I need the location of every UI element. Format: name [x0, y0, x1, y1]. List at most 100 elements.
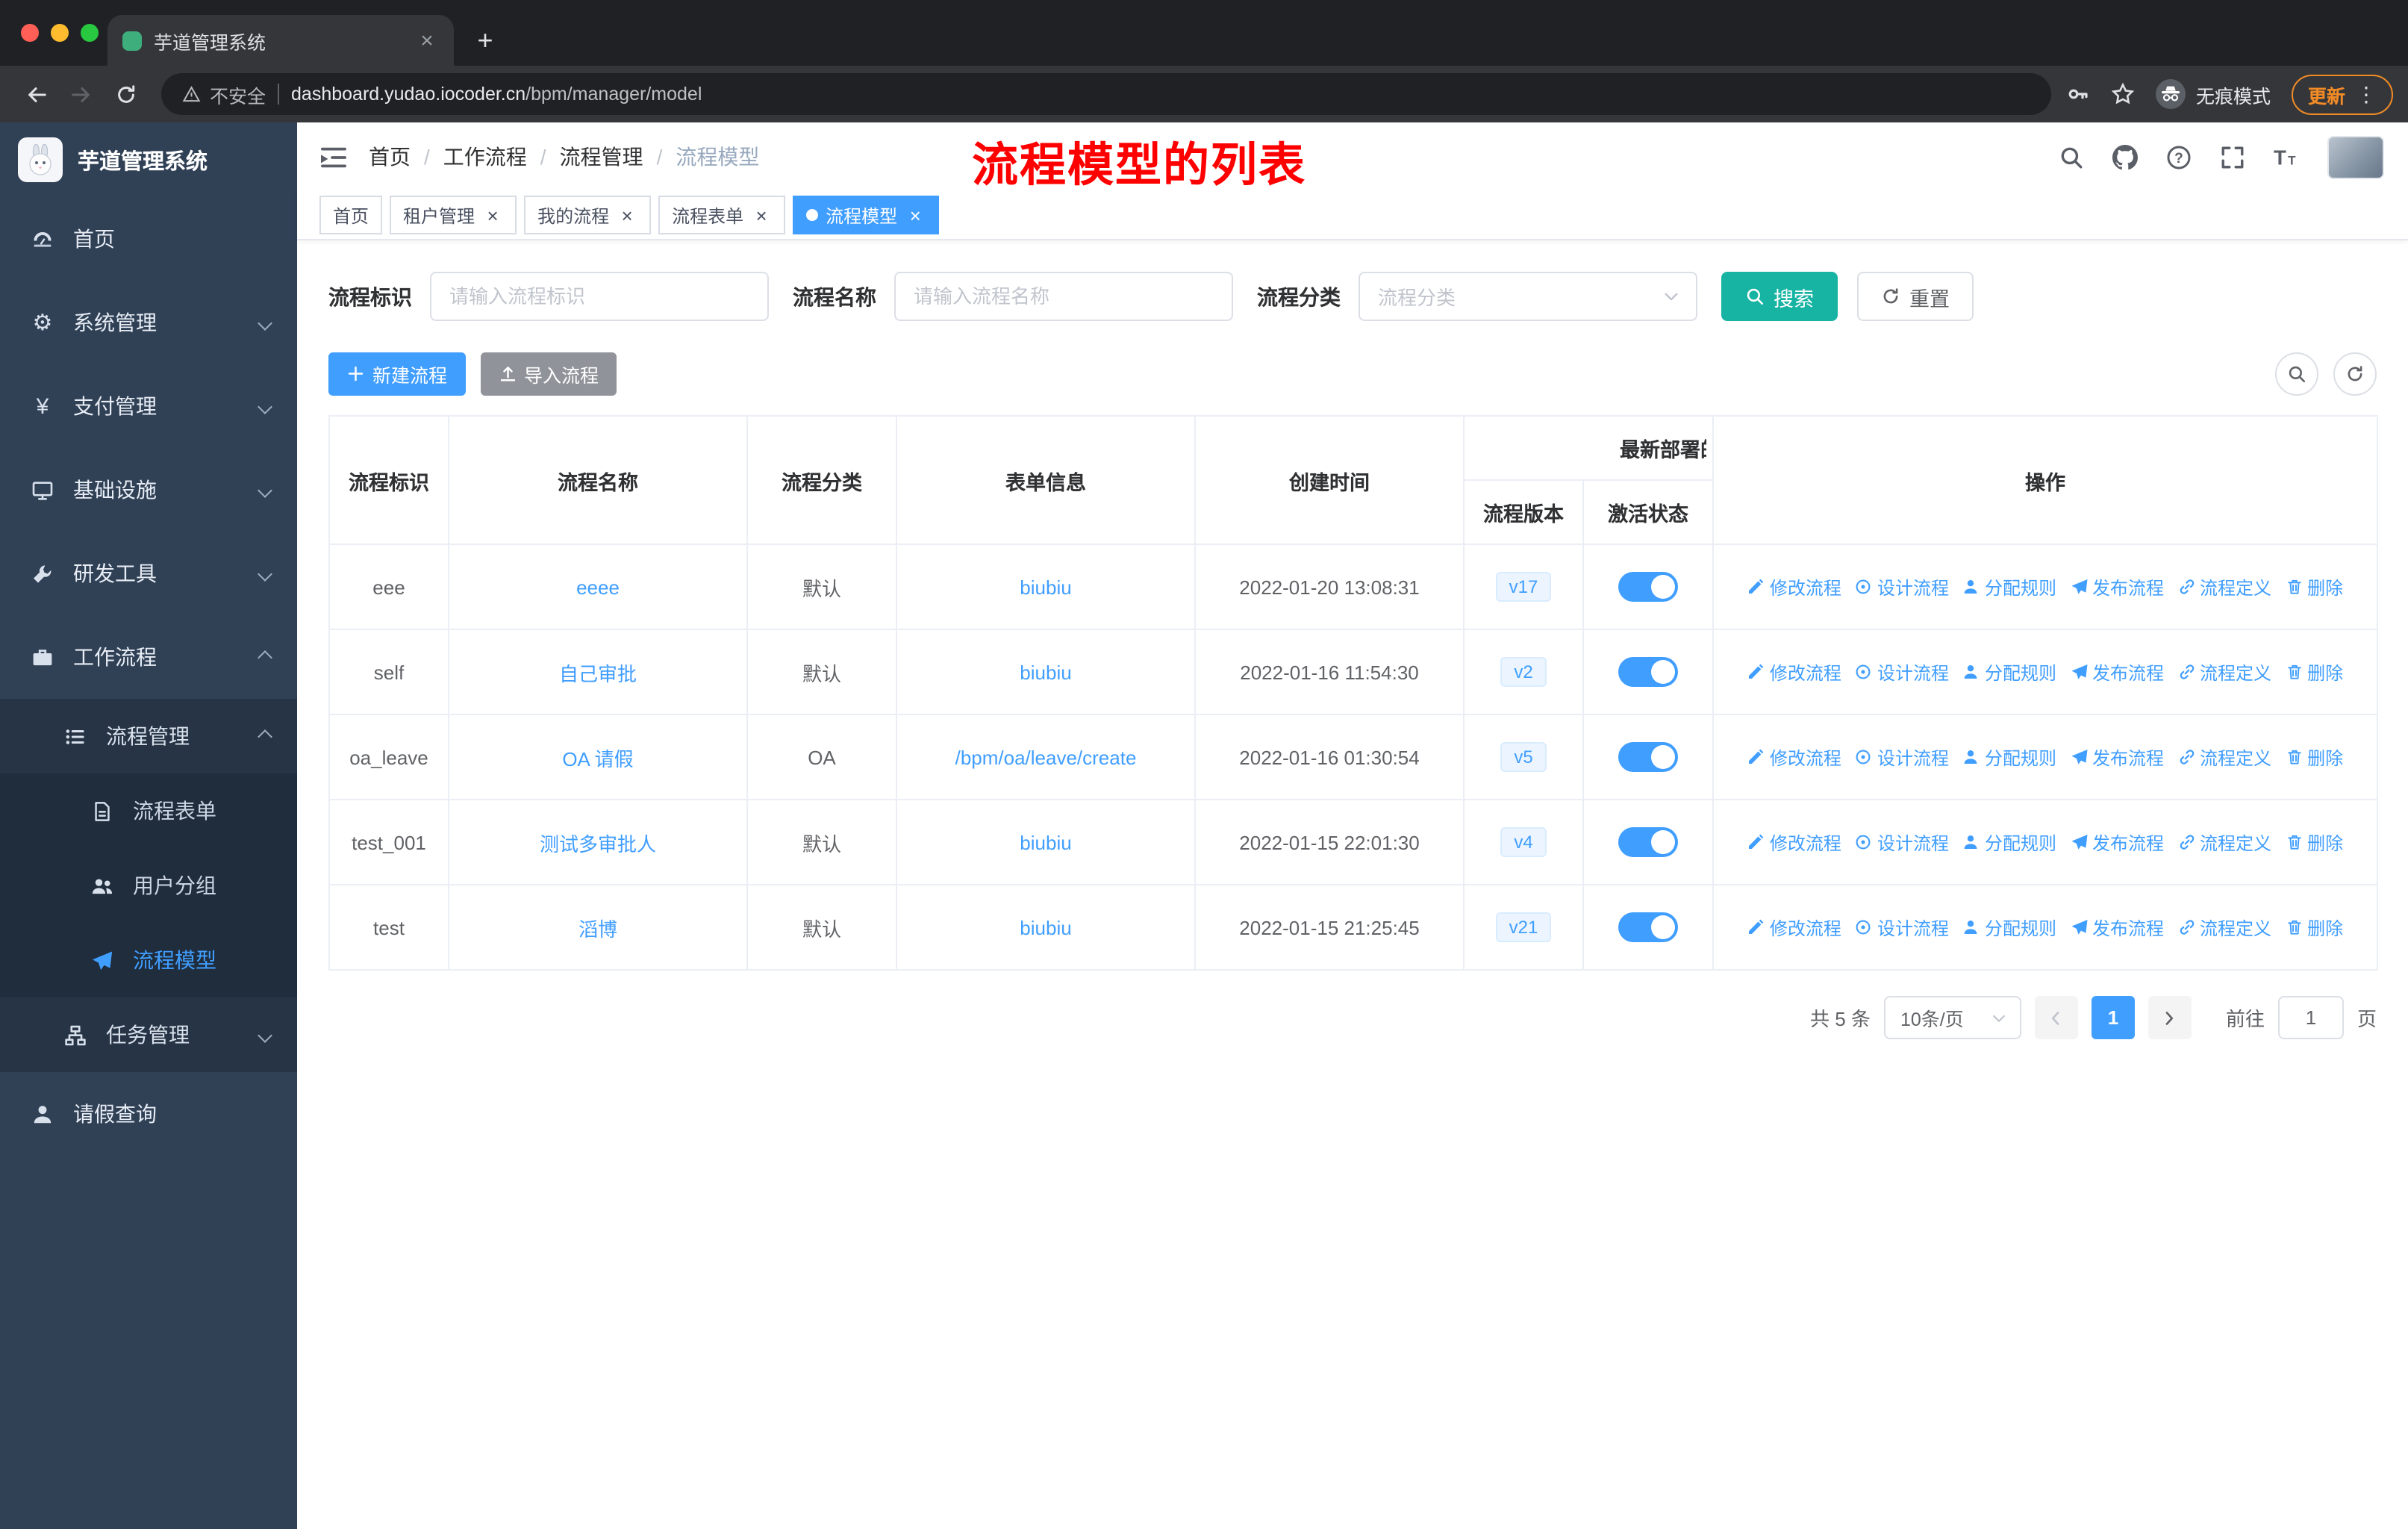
tab-tag-3[interactable]: 流程表单 × — [658, 196, 786, 234]
action-publish-link[interactable]: 发布流程 — [2070, 574, 2164, 600]
action-design-link[interactable]: 设计流程 — [1855, 829, 1949, 855]
bookmark-star-icon[interactable] — [2111, 82, 2135, 106]
form-info-link[interactable]: biubiu — [1020, 576, 1071, 598]
tag-close-icon[interactable]: × — [751, 204, 772, 226]
action-design-link[interactable]: 设计流程 — [1855, 574, 1949, 600]
action-publish-link[interactable]: 发布流程 — [2070, 915, 2164, 940]
import-model-button[interactable]: 导入流程 — [480, 352, 617, 396]
category-select[interactable]: 流程分类 — [1359, 272, 1697, 321]
active-toggle[interactable] — [1618, 827, 1678, 857]
next-page-button[interactable] — [2147, 996, 2192, 1039]
tag-close-icon[interactable]: × — [482, 204, 503, 226]
action-edit-link[interactable]: 修改流程 — [1747, 659, 1841, 685]
toggle-search-button[interactable] — [2275, 352, 2318, 396]
browser-update-button[interactable]: 更新 ⋮ — [2291, 74, 2393, 114]
password-manager-icon[interactable] — [2066, 82, 2090, 106]
action-design-link[interactable]: 设计流程 — [1855, 659, 1949, 685]
form-info-link[interactable]: /bpm/oa/leave/create — [955, 746, 1137, 768]
fullscreen-icon[interactable] — [2220, 144, 2245, 169]
avatar[interactable] — [2327, 135, 2384, 178]
breadcrumb-item[interactable]: 首页 — [369, 142, 411, 172]
page-1-button[interactable]: 1 — [2091, 996, 2135, 1039]
sidebar-item-payment[interactable]: ¥ 支付管理 — [0, 364, 297, 448]
page-size-select[interactable]: 10条/页 — [1883, 996, 2021, 1039]
action-design-link[interactable]: 设计流程 — [1855, 744, 1949, 770]
action-assign-link[interactable]: 分配规则 — [1962, 574, 2056, 600]
tab-tag-1[interactable]: 租户管理 × — [390, 196, 517, 234]
breadcrumb-item[interactable]: 工作流程 — [443, 142, 527, 172]
action-edit-link[interactable]: 修改流程 — [1747, 744, 1841, 770]
create-model-button[interactable]: 新建流程 — [328, 352, 466, 396]
active-toggle[interactable] — [1618, 657, 1678, 687]
action-delete-link[interactable]: 删除 — [2285, 659, 2343, 685]
action-delete-link[interactable]: 删除 — [2285, 574, 2343, 600]
action-edit-link[interactable]: 修改流程 — [1747, 829, 1841, 855]
action-publish-link[interactable]: 发布流程 — [2070, 659, 2164, 685]
sidebar-item-leave-query[interactable]: 请假查询 — [0, 1072, 297, 1156]
maximize-window-button[interactable] — [81, 24, 99, 42]
model-name-link[interactable]: 滔博 — [578, 918, 617, 940]
tab-close-icon[interactable]: × — [415, 28, 439, 53]
font-size-icon[interactable]: TT — [2274, 144, 2299, 169]
sidebar-item-devtools[interactable]: 研发工具 — [0, 532, 297, 615]
tag-close-icon[interactable]: × — [617, 204, 637, 226]
tab-tag-2[interactable]: 我的流程 × — [524, 196, 652, 234]
form-info-link[interactable]: biubiu — [1020, 916, 1071, 938]
model-id-input[interactable] — [430, 272, 769, 321]
search-icon[interactable] — [2059, 144, 2084, 169]
collapse-sidebar-button[interactable] — [321, 144, 346, 169]
sidebar-item-process-management[interactable]: 流程管理 — [0, 699, 297, 773]
sidebar-item-workflow[interactable]: 工作流程 — [0, 615, 297, 699]
sidebar-item-system[interactable]: ⚙ 系统管理 — [0, 281, 297, 364]
action-delete-link[interactable]: 删除 — [2285, 915, 2343, 940]
action-publish-link[interactable]: 发布流程 — [2070, 829, 2164, 855]
reset-button[interactable]: 重置 — [1857, 272, 1974, 321]
sidebar-item-infrastructure[interactable]: 基础设施 — [0, 448, 297, 532]
model-name-link[interactable]: 测试多审批人 — [540, 832, 656, 855]
back-button[interactable] — [15, 73, 57, 115]
action-delete-link[interactable]: 删除 — [2285, 744, 2343, 770]
action-design-link[interactable]: 设计流程 — [1855, 915, 1949, 940]
reload-button[interactable] — [105, 73, 146, 115]
active-toggle[interactable] — [1618, 572, 1678, 602]
browser-menu-icon[interactable]: ⋮ — [2356, 81, 2377, 107]
sidebar-item-process-model[interactable]: 流程模型 — [0, 923, 297, 997]
action-edit-link[interactable]: 修改流程 — [1747, 574, 1841, 600]
sidebar-item-process-form[interactable]: 流程表单 — [0, 773, 297, 848]
form-info-link[interactable]: biubiu — [1020, 831, 1071, 853]
action-definition-link[interactable]: 流程定义 — [2177, 829, 2271, 855]
close-window-button[interactable] — [21, 24, 39, 42]
action-delete-link[interactable]: 删除 — [2285, 829, 2343, 855]
action-definition-link[interactable]: 流程定义 — [2177, 915, 2271, 940]
github-icon[interactable] — [2112, 144, 2138, 169]
action-edit-link[interactable]: 修改流程 — [1747, 915, 1841, 940]
action-definition-link[interactable]: 流程定义 — [2177, 574, 2271, 600]
goto-page-input[interactable] — [2277, 996, 2344, 1039]
action-assign-link[interactable]: 分配规则 — [1962, 659, 2056, 685]
model-name-input[interactable] — [894, 272, 1233, 321]
form-info-link[interactable]: biubiu — [1020, 661, 1071, 683]
action-definition-link[interactable]: 流程定义 — [2177, 744, 2271, 770]
active-toggle[interactable] — [1618, 742, 1678, 772]
model-name-link[interactable]: eeee — [576, 576, 620, 598]
forward-button[interactable] — [60, 73, 102, 115]
active-toggle[interactable] — [1618, 912, 1678, 942]
new-tab-button[interactable]: + — [466, 21, 505, 60]
breadcrumb-item[interactable]: 流程管理 — [560, 142, 643, 172]
search-button[interactable]: 搜索 — [1721, 272, 1838, 321]
sidebar-item-home[interactable]: 首页 — [0, 197, 297, 281]
prev-page-button[interactable] — [2034, 996, 2078, 1039]
action-assign-link[interactable]: 分配规则 — [1962, 915, 2056, 940]
security-status[interactable]: 不安全 — [182, 80, 266, 108]
minimize-window-button[interactable] — [51, 24, 69, 42]
action-assign-link[interactable]: 分配规则 — [1962, 744, 2056, 770]
action-assign-link[interactable]: 分配规则 — [1962, 829, 2056, 855]
tab-tag-4[interactable]: 流程模型 × — [793, 196, 940, 234]
action-publish-link[interactable]: 发布流程 — [2070, 744, 2164, 770]
help-icon[interactable]: ? — [2166, 144, 2192, 169]
tag-close-icon[interactable]: × — [905, 204, 926, 226]
sidebar-item-task-management[interactable]: 任务管理 — [0, 997, 297, 1072]
browser-tab[interactable]: 芋道管理系统 × — [107, 15, 454, 66]
sidebar-item-user-group[interactable]: 用户分组 — [0, 848, 297, 923]
model-name-link[interactable]: OA 请假 — [562, 747, 633, 770]
